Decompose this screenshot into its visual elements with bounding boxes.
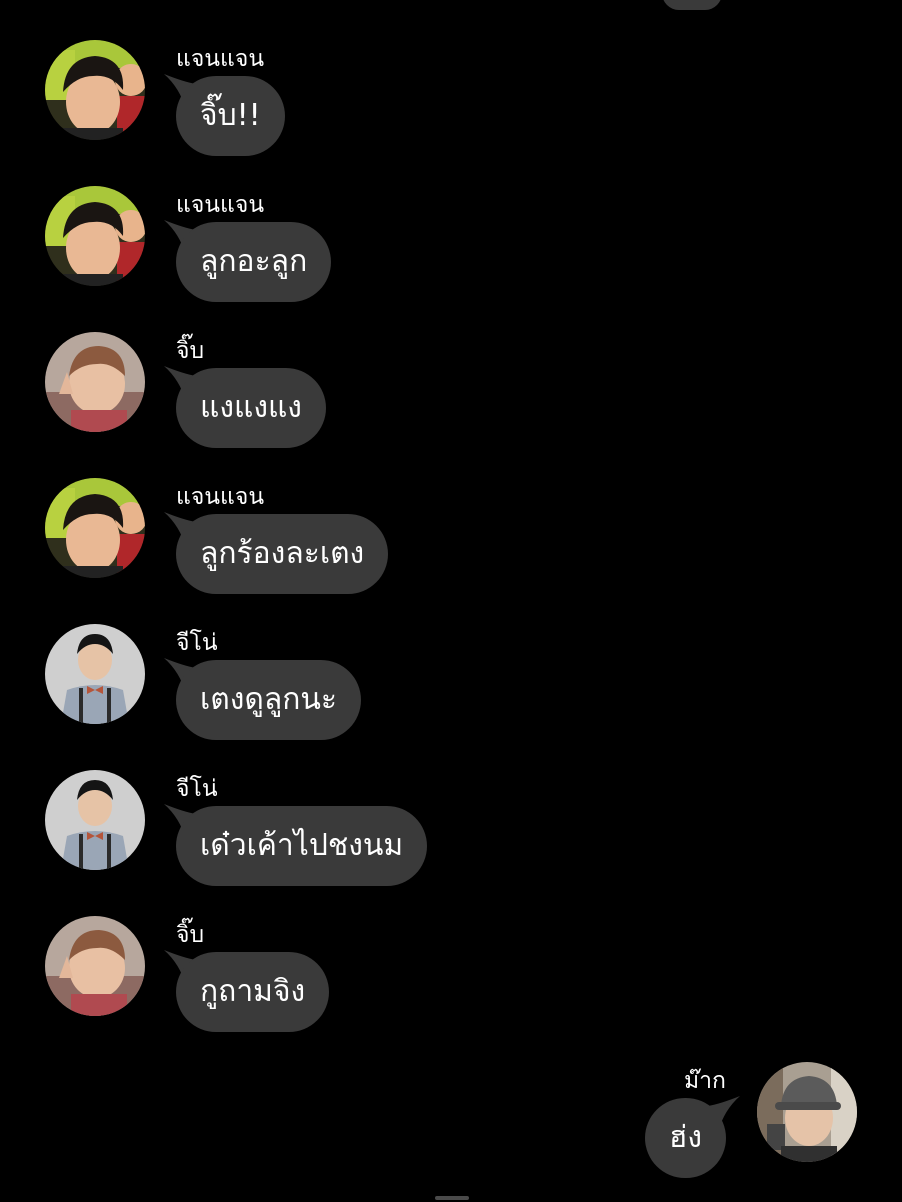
bottom-indicator — [435, 1196, 469, 1200]
boy-suspenders-avatar-icon — [45, 770, 145, 870]
message-bubble[interactable]: แงแงแง — [176, 368, 326, 448]
message-bubble[interactable]: จิ๊บ!! — [176, 76, 285, 156]
boy-gray-hat-avatar-icon — [757, 1062, 857, 1162]
chat-message: จิ๊บ แงแงแง — [0, 332, 902, 472]
message-bubble[interactable]: ลูกร้องละเตง — [176, 514, 389, 594]
message-bubble[interactable]: ฮ่ง — [645, 1098, 726, 1178]
message-bubble[interactable]: เตงดูลูกนะ — [176, 660, 362, 740]
child-peace-sign-avatar-icon — [45, 916, 145, 1016]
avatar[interactable] — [45, 186, 145, 286]
boy-suspenders-avatar-icon — [45, 624, 145, 724]
avatar[interactable] — [45, 478, 145, 578]
previous-message-bubble[interactable] — [662, 0, 722, 10]
chat-message: แจนแจน ลูกอะลูก — [0, 186, 902, 326]
boy-avatar-green-background-icon — [45, 186, 145, 286]
chat-message: จีโน่ เตงดูลูกนะ — [0, 624, 902, 764]
chat-message: แจนแจน จิ๊บ!! — [0, 40, 902, 180]
avatar[interactable] — [45, 40, 145, 140]
avatar[interactable] — [45, 624, 145, 724]
avatar[interactable] — [45, 916, 145, 1016]
sender-name: แจนแจน — [176, 46, 265, 72]
message-bubble[interactable]: ลูกอะลูก — [176, 222, 332, 302]
sender-name: แจนแจน — [176, 192, 265, 218]
chat-message: จิ๊บ กูถามจิง — [0, 916, 902, 1056]
chat-message: จีโน่ เด๋วเค้าไปชงนม — [0, 770, 902, 910]
message-bubble[interactable]: กูถามจิง — [176, 952, 330, 1032]
boy-avatar-green-background-icon — [45, 478, 145, 578]
chat-message-outgoing: ม๊าก ฮ่ง — [0, 1062, 902, 1202]
message-bubble[interactable]: เด๋วเค้าไปชงนม — [176, 806, 428, 886]
sender-name: จิ๊บ — [176, 922, 205, 948]
avatar[interactable] — [45, 770, 145, 870]
boy-avatar-green-background-icon — [45, 40, 145, 140]
sender-name: จีโน่ — [176, 630, 218, 656]
avatar[interactable] — [757, 1062, 857, 1162]
avatar[interactable] — [45, 332, 145, 432]
sender-name: ม๊าก — [683, 1068, 726, 1094]
sender-name: แจนแจน — [176, 484, 265, 510]
sender-name: จิ๊บ — [176, 338, 205, 364]
sender-name: จีโน่ — [176, 776, 218, 802]
chat-message: แจนแจน ลูกร้องละเตง — [0, 478, 902, 618]
child-peace-sign-avatar-icon — [45, 332, 145, 432]
